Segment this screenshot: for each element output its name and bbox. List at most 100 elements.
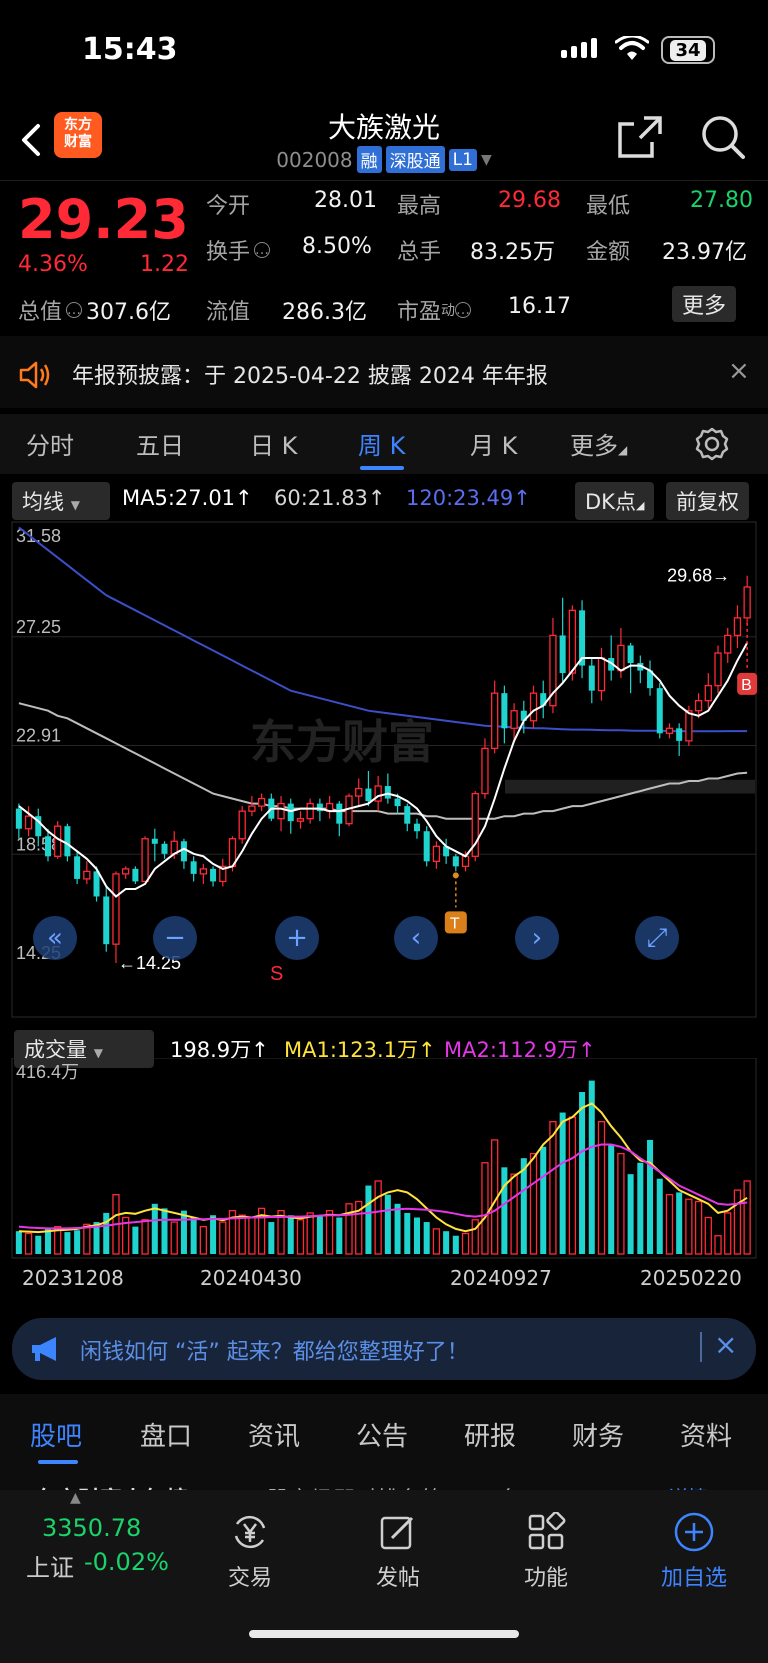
tab-profile[interactable]: 资料 — [680, 1416, 732, 1453]
index-value[interactable]: 3350.78 — [42, 1514, 141, 1542]
candle-down — [336, 803, 343, 824]
megaphone-icon — [32, 1337, 56, 1361]
promo-banner[interactable]: 闲钱如何 “活” 起来？都给您整理好了！ × — [12, 1318, 756, 1380]
volume-bar-down — [413, 1217, 420, 1254]
up-caret-icon[interactable]: ▲ — [70, 1490, 81, 1506]
total-cap-label: 总值 — [18, 300, 63, 325]
candle-up — [83, 870, 91, 880]
candle-down — [365, 788, 372, 802]
pe-value: 16.17 — [508, 294, 571, 319]
scroll-left-button-icon: ‹ — [411, 923, 421, 953]
zoom-in-button[interactable]: + — [275, 916, 319, 960]
ma-selector-label: 均线 — [22, 490, 64, 514]
stock-header: 东方 财富 大族激光 002008 融 深股通 L1 ▼ — [0, 100, 768, 180]
volume-bar-down — [103, 1212, 110, 1254]
volume-bar-up — [306, 1212, 314, 1255]
volume-bar-down — [579, 1092, 586, 1254]
volume-chart[interactable]: 416.4万 — [0, 1058, 768, 1260]
tab-news[interactable]: 资讯 — [248, 1416, 300, 1453]
share-icon[interactable] — [616, 114, 664, 160]
open-label: 今开 — [206, 194, 251, 219]
trade-button[interactable]: 交易 — [195, 1510, 305, 1592]
tag-margin: 融 — [356, 146, 382, 173]
ma-selector[interactable]: 均线 ▼ — [12, 482, 110, 520]
signal-dot — [452, 872, 459, 879]
tab-monthly-k[interactable]: 月 K — [470, 426, 517, 461]
more-button[interactable]: 更多 — [672, 286, 736, 322]
candle-up — [277, 802, 285, 820]
candle-down — [64, 826, 71, 857]
active-tab-indicator — [38, 1460, 78, 1464]
adjust-button[interactable]: 前复权 — [666, 482, 749, 520]
candle-down — [287, 803, 294, 822]
scroll-left-button[interactable]: ‹ — [394, 916, 438, 960]
amount-value: 23.97亿 — [662, 240, 747, 265]
functions-button[interactable]: 功能 — [491, 1510, 601, 1592]
tab-intraday[interactable]: 分时 — [26, 426, 74, 461]
pe-label-row: 市盈 动 … — [397, 294, 472, 326]
fullscreen-button[interactable]: ⤢ — [635, 916, 679, 960]
volume-bar-up — [345, 1203, 353, 1255]
tab-five-day[interactable]: 五日 — [136, 426, 184, 461]
candle-up — [743, 586, 751, 619]
total-cap-row: 总值 … 307.6亿 — [18, 294, 171, 326]
dk-point-label: DK点 — [585, 490, 636, 514]
tab-weekly-k[interactable]: 周 K — [358, 426, 405, 461]
zoom-out-button[interactable]: − — [153, 916, 197, 960]
volume-bar-up — [665, 1194, 674, 1255]
close-icon[interactable]: × — [728, 356, 750, 386]
candle-up — [24, 815, 33, 830]
tab-order-book[interactable]: 盘口 — [140, 1416, 192, 1453]
candle-up — [704, 684, 712, 702]
dk-point-button[interactable]: DK点◢ — [575, 482, 655, 520]
promo-text: 闲钱如何 “活” 起来？都给您整理好了！ — [80, 1340, 469, 1365]
volume-bar-up — [529, 1152, 538, 1255]
status-time: 15:43 — [82, 32, 178, 67]
bottom-toolbar: ▲ 3350.78 上证 -0.02% 交易 发帖 功能 加自选 — [0, 1490, 768, 1663]
volume-bar-up — [432, 1228, 441, 1255]
info-icon[interactable]: … — [66, 302, 83, 318]
tab-announcements[interactable]: 公告 — [356, 1416, 408, 1453]
volume-bar-down — [501, 1167, 508, 1254]
tab-financials[interactable]: 财务 — [572, 1416, 624, 1453]
volume-bar-up — [510, 1173, 518, 1255]
candle-up — [296, 818, 305, 822]
candle-down — [588, 665, 595, 691]
info-icon[interactable]: … — [254, 242, 271, 258]
notice-bar[interactable]: 年报预披露：于 2025-04-22 披露 2024 年年报 × — [0, 342, 768, 406]
volume-bar-down — [608, 1144, 615, 1254]
stock-code: 002008 — [276, 147, 353, 172]
close-icon[interactable]: × — [714, 1328, 737, 1361]
s-signal-label: S — [270, 963, 283, 985]
volume-bar-up — [471, 1219, 479, 1255]
cellular-signal-icon — [561, 38, 597, 58]
candle-up — [714, 652, 722, 687]
volume-bar-down — [15, 1231, 22, 1254]
ma5-line — [18, 642, 748, 898]
functions-label: 功能 — [523, 1566, 568, 1591]
search-icon[interactable] — [700, 114, 746, 160]
volume-bar-down — [180, 1210, 187, 1254]
price-axis-label: 22.91 — [16, 726, 61, 746]
volume-bar-down — [210, 1215, 217, 1254]
scroll-left-fast-button[interactable]: « — [33, 916, 77, 960]
home-indicator — [249, 1630, 519, 1638]
tab-more[interactable]: 更多◢ — [570, 426, 627, 461]
volume-bar-up — [325, 1210, 334, 1255]
add-watchlist-button[interactable]: 加自选 — [639, 1510, 749, 1592]
dropdown-triangle-icon[interactable]: ▼ — [481, 152, 492, 168]
volume-bar-up — [743, 1180, 751, 1255]
date-tick: 20240430 — [200, 1266, 302, 1290]
tab-guba[interactable]: 股吧 — [30, 1416, 82, 1453]
post-button[interactable]: 发帖 — [343, 1510, 453, 1592]
tab-research[interactable]: 研报 — [464, 1416, 516, 1453]
scroll-right-button[interactable]: › — [515, 916, 559, 960]
candle-up — [257, 797, 266, 807]
candle-down — [15, 808, 22, 829]
volume-bar-down — [132, 1226, 139, 1254]
candlestick-chart[interactable]: 31.5827.2522.9118.5814.25东方财富29.68→←14.2… — [0, 518, 768, 1018]
candle-down — [627, 645, 634, 664]
info-icon[interactable]: … — [455, 302, 472, 318]
settings-gear-icon[interactable] — [694, 426, 730, 462]
tab-daily-k[interactable]: 日 K — [250, 426, 297, 461]
